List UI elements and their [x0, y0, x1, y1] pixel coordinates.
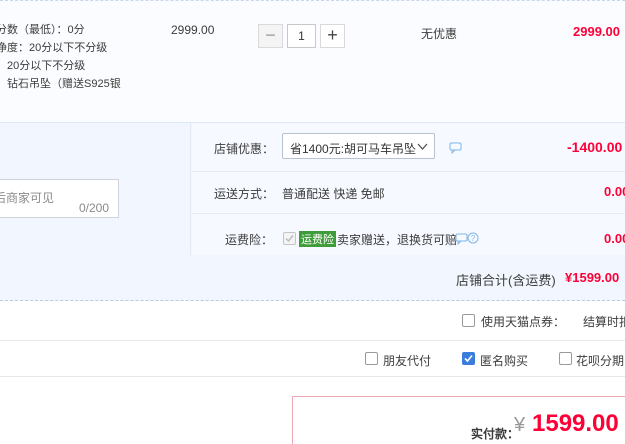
- huabei-installment-label[interactable]: 花呗分期: [576, 352, 624, 369]
- coupon-select[interactable]: 省1400元:胡可马车吊坠: [282, 133, 435, 159]
- anonymous-purchase-label[interactable]: 匿名购买: [480, 352, 528, 369]
- subtotal-value: ¥1599.00: [565, 270, 620, 285]
- use-points-label: 使用天猫点券：: [481, 315, 566, 329]
- shipping-method: 普通配送 快递 免邮: [282, 187, 385, 201]
- insurance-amount: 0.00: [604, 231, 625, 246]
- huabei-installment-checkbox[interactable]: [559, 352, 572, 365]
- order-item-row: 分数（最低）：0分 净度：20分以下不分级 ：20分以下不分级 ：钻石吊坠（赠送…: [0, 0, 625, 122]
- divider: [192, 213, 625, 214]
- quantity-stepper: − 1 +: [258, 24, 345, 48]
- checkmark-icon: [464, 354, 473, 363]
- insurance-label: 运费险：: [225, 233, 274, 247]
- svg-text:?: ?: [471, 234, 476, 243]
- currency-symbol: ¥: [514, 414, 526, 436]
- insurance-text: 卖家赠送，退换货可赔: [337, 233, 458, 247]
- shipping-label: 运送方式：: [214, 187, 275, 201]
- friend-pay-label[interactable]: 朋友代付: [383, 352, 431, 369]
- checkmark-icon: [285, 235, 294, 243]
- message-bubble-icon[interactable]: [449, 142, 462, 154]
- buyer-memo-placeholder: 后商家可见: [0, 191, 55, 205]
- increase-quantity-button[interactable]: +: [320, 24, 345, 48]
- coupon-label: 店铺优惠：: [214, 142, 275, 156]
- use-points-checkbox[interactable]: [462, 314, 475, 327]
- insurance-badge: 运费险: [299, 231, 336, 247]
- item-line-total: 2999.00: [573, 24, 620, 39]
- decrease-quantity-button[interactable]: −: [258, 24, 283, 48]
- divider: [192, 171, 625, 172]
- insurance-checkbox[interactable]: [283, 232, 296, 245]
- buyer-memo-input[interactable]: 后商家可见 0/200: [0, 179, 119, 218]
- unit-price: 2999.00: [171, 23, 215, 37]
- buyer-memo-area: 后商家可见 0/200: [0, 123, 191, 256]
- anonymous-purchase-checkbox[interactable]: [462, 352, 475, 365]
- coupon-selected-value: 省1400元:胡可马车吊坠: [290, 142, 417, 156]
- friend-pay-checkbox[interactable]: [365, 352, 378, 365]
- item-spec-line: 净度：20分以下不分级: [0, 42, 108, 54]
- subtotal-label: 店铺合计(含运费): [456, 273, 556, 288]
- chevron-down-icon: [417, 143, 428, 150]
- item-discount-text: 无优惠: [421, 27, 458, 41]
- actual-payment-box: 实付款： ¥ 1599.00: [292, 396, 625, 444]
- item-spec-line: ：钻石吊坠（赠送S925银: [0, 78, 121, 90]
- shipping-amount: 0.00: [604, 184, 625, 199]
- help-question-icon[interactable]: ?: [467, 232, 479, 244]
- actual-payment-amount: 1599.00: [532, 410, 619, 437]
- divider: [0, 376, 625, 377]
- settle-note: 结算时扣: [583, 315, 625, 329]
- divider: [0, 340, 625, 341]
- coupon-amount: -1400.00: [567, 139, 623, 155]
- item-spec-line: 分数（最低）：0分: [0, 24, 85, 36]
- actual-payment-label: 实付款：: [471, 427, 520, 441]
- shop-subtotal-row: 店铺合计(含运费) ¥1599.00: [0, 255, 625, 301]
- item-spec-line: ：20分以下不分级: [0, 60, 86, 72]
- quantity-input[interactable]: 1: [287, 24, 316, 48]
- buyer-memo-counter: 0/200: [79, 201, 110, 215]
